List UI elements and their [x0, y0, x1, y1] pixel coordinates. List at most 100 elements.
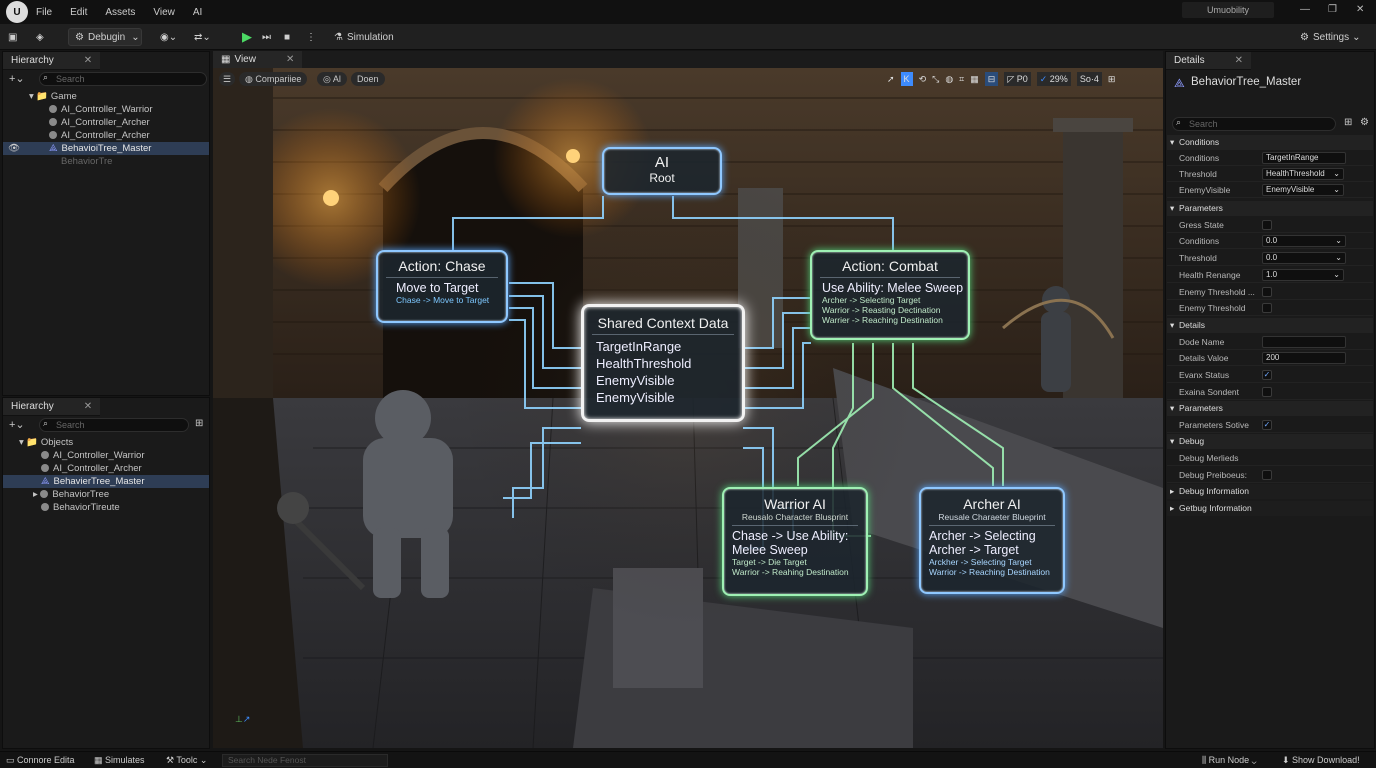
tree-folder-game[interactable]: ▾ 📁 Game: [3, 90, 209, 103]
health-renange-dropdown[interactable]: 1.0 ⌄: [1262, 269, 1344, 281]
tree-item[interactable]: AI_Controller_Warrior: [3, 103, 209, 116]
section-debug-information[interactable]: ▸ Debug Information: [1167, 484, 1373, 499]
enemy-visible-dropdown[interactable]: EnemyVisible ⌄: [1262, 184, 1344, 196]
simulates-button[interactable]: ▦ Simulates: [94, 755, 145, 766]
menu-assets[interactable]: Assets: [105, 7, 135, 18]
layout-grid-icon[interactable]: ⊞: [195, 418, 203, 429]
section-parameters[interactable]: ▾ Parameters: [1167, 201, 1373, 216]
menu-edit[interactable]: Edit: [70, 7, 87, 18]
tree-item[interactable]: AI_Controller_Archer: [3, 462, 209, 475]
node-action-chase[interactable]: Action: Chase Move to Target Chase -> Mo…: [376, 250, 508, 323]
add-icon[interactable]: +⌄: [9, 418, 25, 431]
evanx-status-checkbox[interactable]: ✓: [1262, 370, 1272, 380]
layout-icon[interactable]: ⊞: [1108, 72, 1116, 86]
status-search-input[interactable]: Search Nede Fenost: [222, 754, 388, 767]
select-icon[interactable]: ➚: [887, 72, 895, 86]
section-getbug-information[interactable]: ▸ Getbug Information: [1167, 501, 1373, 516]
menu-view[interactable]: View: [153, 7, 175, 18]
gress-state-checkbox[interactable]: [1262, 220, 1272, 230]
section-parameters-2[interactable]: ▾ Parameters: [1167, 401, 1373, 416]
scale-snap-button[interactable]: ◸ P0: [1004, 72, 1031, 86]
node-shared-context[interactable]: Shared Context Data TargetInRange Health…: [581, 304, 745, 422]
save-icon[interactable]: ▣: [8, 28, 17, 46]
close-tab-icon[interactable]: ✕: [84, 55, 92, 66]
zoom-button[interactable]: ✓ 29%: [1036, 72, 1071, 86]
tab-view[interactable]: ▦ View ✕: [213, 51, 303, 69]
details-search-input[interactable]: Search: [1172, 117, 1336, 131]
menu-file[interactable]: File: [36, 7, 52, 18]
hierarchy-search-input[interactable]: Search: [39, 72, 207, 86]
close-window-icon[interactable]: ✕: [1356, 4, 1364, 15]
viewport-chip[interactable]: Doen: [351, 72, 385, 86]
viewport-chip[interactable]: ◎ Al: [317, 72, 347, 86]
tree-item-selected[interactable]: ⟁ BehavierTree_Master: [3, 475, 209, 488]
content-browser-icon[interactable]: ◈: [36, 28, 44, 46]
conditions-field[interactable]: TargetInRange: [1262, 152, 1346, 164]
sequence-icon[interactable]: ⇄⌄: [194, 28, 211, 46]
world-icon[interactable]: ◍: [945, 72, 953, 86]
section-debug[interactable]: ▾ Debug: [1167, 434, 1373, 449]
show-downloads-button[interactable]: ⬇ Show Download!: [1282, 755, 1360, 766]
node-warrior-ai[interactable]: Warrior AI Reusalo Character Blusprint C…: [722, 487, 868, 596]
tree-folder-objects[interactable]: ▾ 📁 Objects: [3, 436, 209, 449]
grid-view-icon[interactable]: ⊞: [1344, 117, 1352, 128]
rotate-icon[interactable]: ⟲: [919, 72, 927, 86]
tab-details[interactable]: Details ✕: [1166, 52, 1251, 70]
viewport-chip[interactable]: ◍ Compariiee: [239, 72, 308, 86]
node-root[interactable]: AI Root: [602, 147, 722, 195]
conditions-number-dropdown[interactable]: 0.0 ⌄: [1262, 235, 1346, 247]
tab-hierarchy[interactable]: Hierarchy ✕: [3, 52, 101, 70]
camera-speed-button[interactable]: So·4: [1076, 72, 1102, 86]
exaina-sondent-checkbox[interactable]: [1262, 387, 1272, 397]
threshold-number-dropdown[interactable]: 0.0 ⌄: [1262, 252, 1346, 264]
tools-dropdown[interactable]: ⚒ Toolc ⌄: [166, 755, 207, 766]
section-details[interactable]: ▾ Details: [1167, 318, 1373, 333]
tab-hierarchy[interactable]: Hierarchy ✕: [3, 398, 101, 416]
details-value-field[interactable]: 200: [1262, 352, 1346, 364]
translate-icon[interactable]: K: [900, 72, 913, 86]
maximize-icon[interactable]: ❐: [1328, 4, 1337, 15]
stop-icon[interactable]: ■: [284, 28, 290, 46]
tree-item[interactable]: ▸ BehaviorTree: [3, 488, 209, 501]
simulation-button[interactable]: ⚗ Simulation: [334, 28, 394, 46]
node-action-combat[interactable]: Action: Combat Use Ability: Melee Sweep …: [810, 250, 970, 340]
step-icon[interactable]: ⏭: [262, 28, 271, 46]
tree-item[interactable]: AI_Controller_Archer: [3, 129, 209, 142]
parameters-sotive-checkbox[interactable]: ✓: [1262, 420, 1272, 430]
play-icon[interactable]: ▶: [242, 28, 252, 46]
scene-viewport[interactable]: ☰ ◍ Compariiee ◎ Al Doen ➚ K ⟲ ⤡ ◍ ⌗ ▦ ⊟…: [213, 68, 1163, 748]
enemy-threshold-checkbox[interactable]: [1262, 287, 1272, 297]
minimize-icon[interactable]: —: [1300, 4, 1310, 15]
tree-item[interactable]: BehaviorTireute: [3, 501, 209, 514]
dode-name-field[interactable]: [1262, 336, 1346, 348]
angle-snap-icon[interactable]: ⊟: [984, 72, 999, 86]
threshold-dropdown[interactable]: HealthThreshold ⌄: [1262, 168, 1344, 180]
tree-item[interactable]: AI_Controller_Warrior: [3, 449, 209, 462]
viewport-options-icon[interactable]: ☰: [219, 72, 235, 86]
grid-snap-icon[interactable]: ▦: [970, 72, 979, 86]
eye-icon[interactable]: 👁: [8, 142, 20, 155]
tree-item[interactable]: BehaviorTre: [3, 155, 209, 168]
expand-arrow-icon[interactable]: ▸: [33, 489, 38, 500]
run-node-dropdown[interactable]: ⫼ Run Node ⌄: [1202, 755, 1257, 766]
section-conditions[interactable]: ▾ Conditions: [1167, 135, 1373, 150]
close-tab-icon[interactable]: ✕: [84, 401, 92, 412]
scale-icon[interactable]: ⤡: [932, 72, 939, 86]
snap-icon[interactable]: ⌗: [959, 72, 964, 86]
mode-dropdown[interactable]: ⚙ Debugin ⌄: [68, 28, 142, 46]
tree-item[interactable]: AI_Controller_Archer: [3, 116, 209, 129]
close-tab-icon[interactable]: ✕: [286, 54, 294, 65]
tree-item-selected[interactable]: 👁 ⟁ BehavioiTree_Master: [3, 142, 209, 155]
settings-button[interactable]: ⚙ Settings ⌄: [1300, 28, 1361, 46]
engine-logo-icon[interactable]: U: [6, 1, 28, 23]
enemy-threshold-checkbox[interactable]: [1262, 303, 1272, 313]
gear-icon[interactable]: ⚙: [1360, 117, 1369, 128]
menu-ai[interactable]: AI: [193, 7, 202, 18]
add-icon[interactable]: +⌄: [9, 72, 25, 85]
console-button[interactable]: ▭ Connore Edita: [6, 755, 75, 766]
hierarchy-search-input[interactable]: Search: [39, 418, 189, 432]
debug-preiboeus-checkbox[interactable]: [1262, 470, 1272, 480]
more-options-icon[interactable]: ⋮: [306, 28, 316, 46]
close-tab-icon[interactable]: ✕: [1235, 55, 1243, 66]
node-archer-ai[interactable]: Archer AI Reusale Charaeter Blueprint Ar…: [919, 487, 1065, 594]
